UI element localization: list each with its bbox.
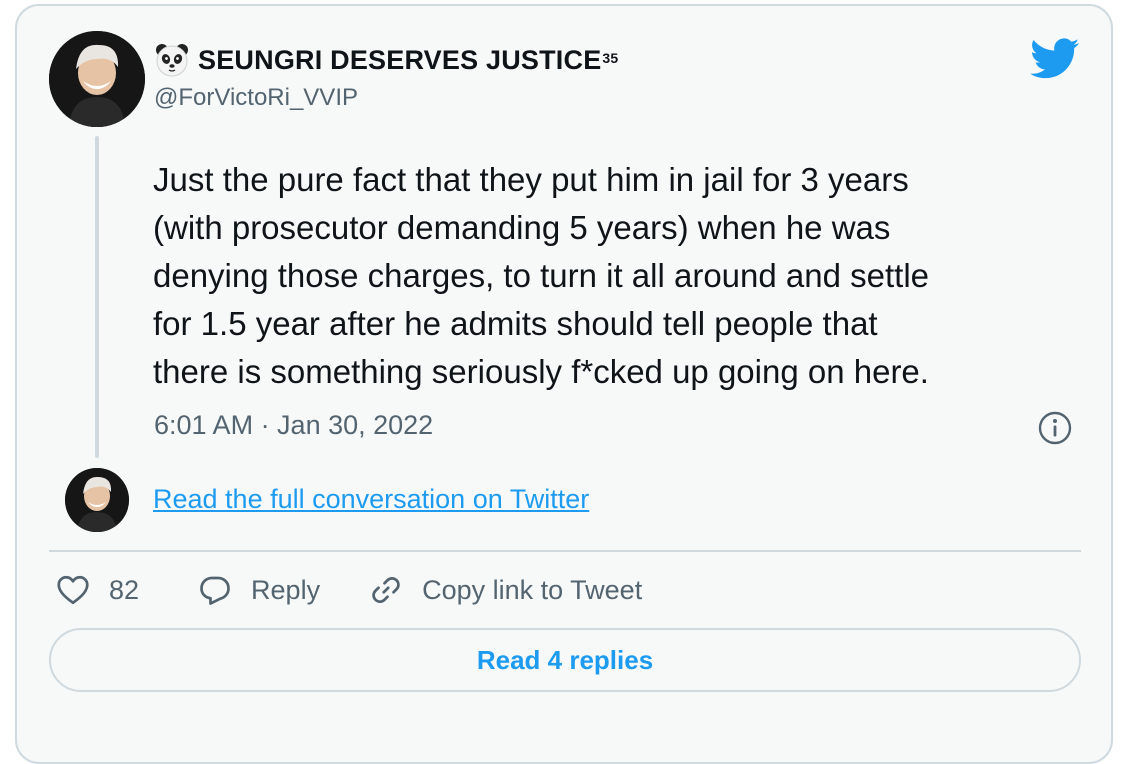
reply-bubble-icon bbox=[200, 576, 230, 605]
like-button[interactable]: 82 bbox=[55, 572, 139, 608]
display-name-superscript: 35 bbox=[602, 50, 619, 66]
tweet-timestamp[interactable]: 6:01 AM · Jan 30, 2022 bbox=[154, 410, 433, 441]
reply-label: Reply bbox=[251, 574, 321, 605]
conversation-avatar[interactable] bbox=[65, 468, 129, 532]
like-count: 82 bbox=[109, 574, 140, 605]
display-name-text: SEUNGRI DESERVES JUSTICE bbox=[198, 44, 602, 75]
read-full-conversation-link[interactable]: Read the full conversation on Twitter bbox=[153, 484, 589, 515]
divider bbox=[49, 550, 1081, 552]
link-icon bbox=[372, 576, 400, 604]
author-display-name[interactable]: SEUNGRI DESERVES JUSTICE 35 bbox=[154, 42, 618, 78]
read-replies-button[interactable]: Read 4 replies bbox=[49, 628, 1081, 692]
panda-face-icon bbox=[156, 44, 188, 77]
copy-link-button[interactable]: Copy link to Tweet bbox=[368, 572, 642, 608]
heart-icon bbox=[57, 575, 89, 605]
tweet-text: Just the pure fact that they put him in … bbox=[153, 156, 1103, 396]
tweet-text-line: (with prosecutor demanding 5 years) when… bbox=[153, 209, 891, 246]
action-bar: 82 Reply Copy link to Tweet bbox=[55, 568, 642, 612]
tweet-text-line: there is something seriously f*cked up g… bbox=[153, 353, 929, 390]
author-handle[interactable]: @ForVictoRi_VVIP bbox=[154, 84, 358, 112]
thread-line bbox=[95, 136, 99, 458]
reply-button[interactable]: Reply bbox=[197, 572, 320, 608]
tweet-card: SEUNGRI DESERVES JUSTICE 35 @ForVictoRi_V… bbox=[15, 4, 1113, 764]
author-avatar[interactable] bbox=[49, 31, 145, 127]
tweet-text-line: Just the pure fact that they put him in … bbox=[153, 161, 909, 198]
tweet-text-line: denying those charges, to turn it all ar… bbox=[153, 257, 929, 294]
info-icon[interactable] bbox=[1037, 410, 1073, 446]
copy-link-label: Copy link to Tweet bbox=[422, 574, 643, 605]
tweet-text-line: for 1.5 year after he admits should tell… bbox=[153, 305, 878, 342]
twitter-bird-icon[interactable] bbox=[1030, 38, 1080, 80]
